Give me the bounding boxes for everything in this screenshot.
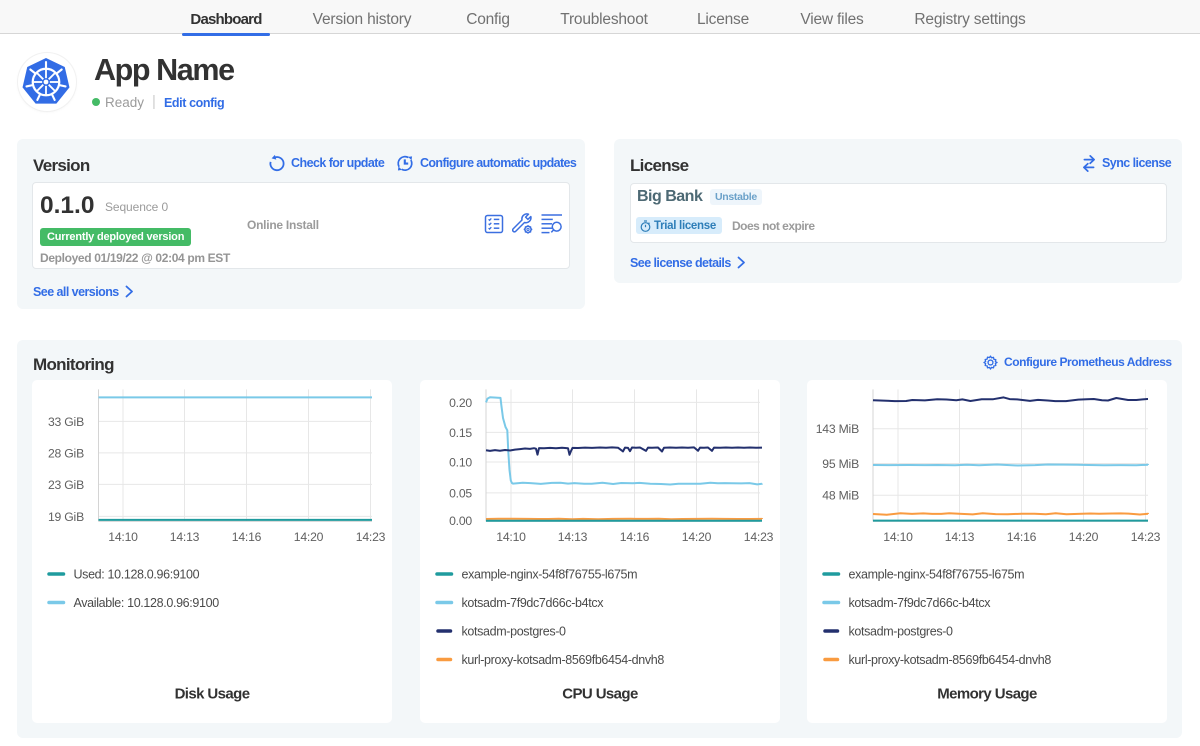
svg-text:kotsadm-7f9dc7d66c-b4tcx: kotsadm-7f9dc7d66c-b4tcx [462,596,605,610]
svg-text:28 GiB: 28 GiB [48,446,84,460]
svg-text:14:10: 14:10 [883,530,913,544]
svg-text:14:20: 14:20 [682,530,712,544]
svg-text:95 MiB: 95 MiB [822,457,859,471]
svg-text:14:13: 14:13 [558,530,588,544]
svg-text:14:16: 14:16 [620,530,650,544]
svg-text:14:23: 14:23 [1131,530,1161,544]
svg-text:example-nginx-54f8f76755-l675m: example-nginx-54f8f76755-l675m [849,568,1025,582]
svg-text:0.00: 0.00 [449,514,472,528]
svg-text:14:23: 14:23 [744,530,774,544]
svg-text:14:16: 14:16 [232,530,262,544]
svg-text:0.20: 0.20 [449,396,472,410]
svg-text:kurl-proxy-kotsadm-8569fb6454-: kurl-proxy-kotsadm-8569fb6454-dnvh8 [462,653,665,667]
svg-text:0.15: 0.15 [449,426,472,440]
svg-text:14:13: 14:13 [170,530,200,544]
svg-text:14:23: 14:23 [356,530,386,544]
svg-text:14:20: 14:20 [294,530,324,544]
svg-text:19 GiB: 19 GiB [48,510,84,524]
svg-text:0.05: 0.05 [449,486,472,500]
svg-text:14:20: 14:20 [1069,530,1099,544]
svg-text:0.10: 0.10 [449,456,472,470]
svg-text:48 MiB: 48 MiB [822,489,859,503]
svg-text:example-nginx-54f8f76755-l675m: example-nginx-54f8f76755-l675m [462,568,638,582]
svg-text:14:10: 14:10 [496,530,526,544]
svg-text:CPU Usage: CPU Usage [562,686,638,703]
svg-text:23 GiB: 23 GiB [48,478,84,492]
svg-text:14:13: 14:13 [945,530,975,544]
svg-text:kotsadm-postgres-0: kotsadm-postgres-0 [849,625,954,639]
svg-text:14:10: 14:10 [108,530,138,544]
svg-text:14:16: 14:16 [1007,530,1037,544]
svg-text:kotsadm-7f9dc7d66c-b4tcx: kotsadm-7f9dc7d66c-b4tcx [849,596,992,610]
svg-text:kotsadm-postgres-0: kotsadm-postgres-0 [462,625,567,639]
svg-text:Memory Usage: Memory Usage [937,686,1037,703]
svg-text:Available: 10.128.0.96:9100: Available: 10.128.0.96:9100 [74,596,220,610]
svg-text:33 GiB: 33 GiB [48,415,84,429]
svg-text:143 MiB: 143 MiB [816,422,859,436]
svg-text:Disk Usage: Disk Usage [175,686,250,703]
svg-text:kurl-proxy-kotsadm-8569fb6454-: kurl-proxy-kotsadm-8569fb6454-dnvh8 [849,653,1052,667]
svg-text:Used: 10.128.0.96:9100: Used: 10.128.0.96:9100 [74,568,200,582]
